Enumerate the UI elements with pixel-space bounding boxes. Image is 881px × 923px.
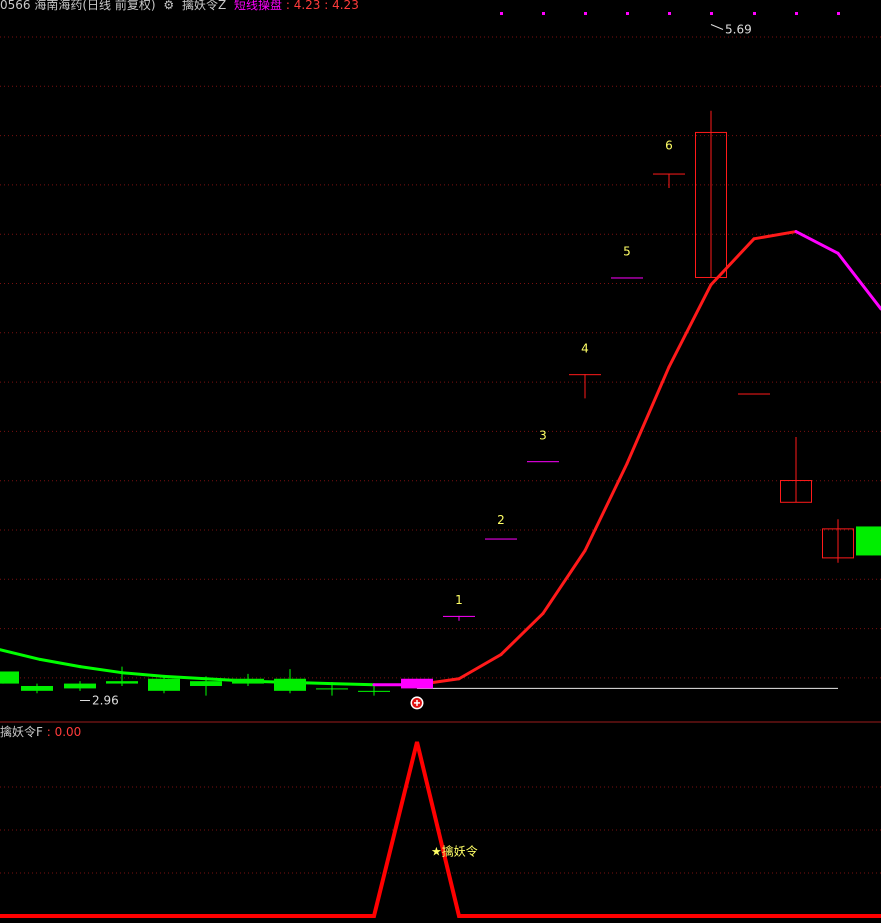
candle xyxy=(856,526,881,556)
candle xyxy=(485,538,517,540)
indicator-name[interactable]: 擒妖令Z xyxy=(182,0,226,12)
candle xyxy=(148,676,180,694)
candle-body xyxy=(316,688,348,690)
top-dot xyxy=(626,12,629,15)
labels-layer: 1 2 3 4 5 6 5.69 2.96 xyxy=(80,12,840,710)
candle xyxy=(358,685,390,696)
lower-line-layer: ★擒妖令 xyxy=(0,741,881,918)
count-label: 5 xyxy=(623,245,631,259)
upper-grid xyxy=(0,36,881,679)
count-label: 6 xyxy=(665,138,673,152)
candle-body xyxy=(190,681,222,686)
top-dot xyxy=(753,12,756,15)
candle-body xyxy=(232,678,264,684)
settings-icon[interactable]: ⚙ xyxy=(163,0,174,12)
candle xyxy=(443,615,475,621)
candle-body xyxy=(0,671,19,684)
colon-sep-1: : xyxy=(282,0,294,12)
ma-line-layer xyxy=(0,230,881,687)
candle xyxy=(653,173,685,189)
max-marker-arrow xyxy=(710,24,724,30)
lower-sep: : xyxy=(42,725,55,739)
candle xyxy=(569,374,601,399)
count-label: 4 xyxy=(581,341,589,355)
lower-grid xyxy=(0,786,881,874)
ma-segment xyxy=(752,230,798,241)
candle-body xyxy=(738,393,770,395)
lower-indicator-name[interactable]: 擒妖令F xyxy=(0,725,43,739)
candle-body xyxy=(485,538,517,540)
min-price-label: 2.96 xyxy=(92,693,119,707)
candle-body xyxy=(148,678,180,691)
ma-segment xyxy=(836,251,881,311)
ma-segment xyxy=(625,365,671,466)
ma-segment xyxy=(78,665,124,675)
top-dot xyxy=(795,12,798,15)
candle-body xyxy=(401,678,433,689)
top-dot xyxy=(837,12,840,15)
signal-label: 短线操盘 xyxy=(234,0,283,12)
top-dot xyxy=(668,12,671,15)
max-price-label: 5.69 xyxy=(725,23,752,37)
count-label: 2 xyxy=(497,513,505,527)
candle xyxy=(106,666,138,686)
ma-segment xyxy=(38,657,82,669)
ma-segment xyxy=(541,549,587,615)
ma-segment xyxy=(794,230,840,255)
candle xyxy=(611,277,643,279)
candle xyxy=(274,669,306,694)
candle-body xyxy=(611,277,643,279)
ma-segment xyxy=(583,462,629,553)
top-dot xyxy=(542,12,545,15)
top-dot xyxy=(584,12,587,15)
candles-layer xyxy=(0,110,881,696)
chart-canvas: 1 2 3 4 5 6 5.69 2.96 ★擒妖令 xyxy=(0,12,881,918)
lower-panel-header: 擒妖令F : 0.00 xyxy=(0,723,81,740)
candle-body xyxy=(64,683,96,689)
lower-indicator-value: 0.00 xyxy=(54,725,82,739)
chart-header: 0566 海南海药(日线 前复权) ⚙ 擒妖令Z 短线操盘 : 4.23 : 4… xyxy=(0,0,363,12)
candle xyxy=(21,683,53,694)
candle xyxy=(401,678,433,689)
ma-segment xyxy=(0,648,42,661)
candle-body xyxy=(527,461,559,463)
candle-body xyxy=(21,685,53,691)
indicator-value-1: 4.23 xyxy=(293,0,321,12)
candle xyxy=(738,393,770,395)
candle-body xyxy=(358,690,390,692)
ma-segment xyxy=(330,682,376,687)
count-label: 1 xyxy=(455,593,463,607)
top-dot xyxy=(500,12,503,15)
candle xyxy=(232,673,264,686)
candle-body xyxy=(106,681,138,684)
top-dot xyxy=(710,12,713,15)
security-title[interactable]: 0566 海南海药(日线 前复权) xyxy=(0,0,156,12)
candle-body xyxy=(856,526,881,556)
candle xyxy=(64,681,96,691)
ma-segment xyxy=(667,283,713,369)
candle-body xyxy=(443,615,475,617)
ma-segment xyxy=(499,611,545,657)
candle xyxy=(527,461,559,463)
candle xyxy=(780,437,812,503)
candle xyxy=(822,519,854,563)
candle-body xyxy=(653,173,685,175)
candle-body xyxy=(274,678,306,691)
signal-line xyxy=(0,741,881,918)
candle-body xyxy=(569,374,601,376)
ma-segment xyxy=(162,674,208,681)
ma-segment xyxy=(120,671,166,678)
indicator-value-2: 4.23 xyxy=(332,0,359,12)
signal-annotation: ★擒妖令 xyxy=(431,844,478,859)
candle xyxy=(0,671,19,684)
colon-sep-2: : xyxy=(320,0,333,12)
count-label: 3 xyxy=(539,428,547,442)
ma-segment xyxy=(457,653,503,681)
